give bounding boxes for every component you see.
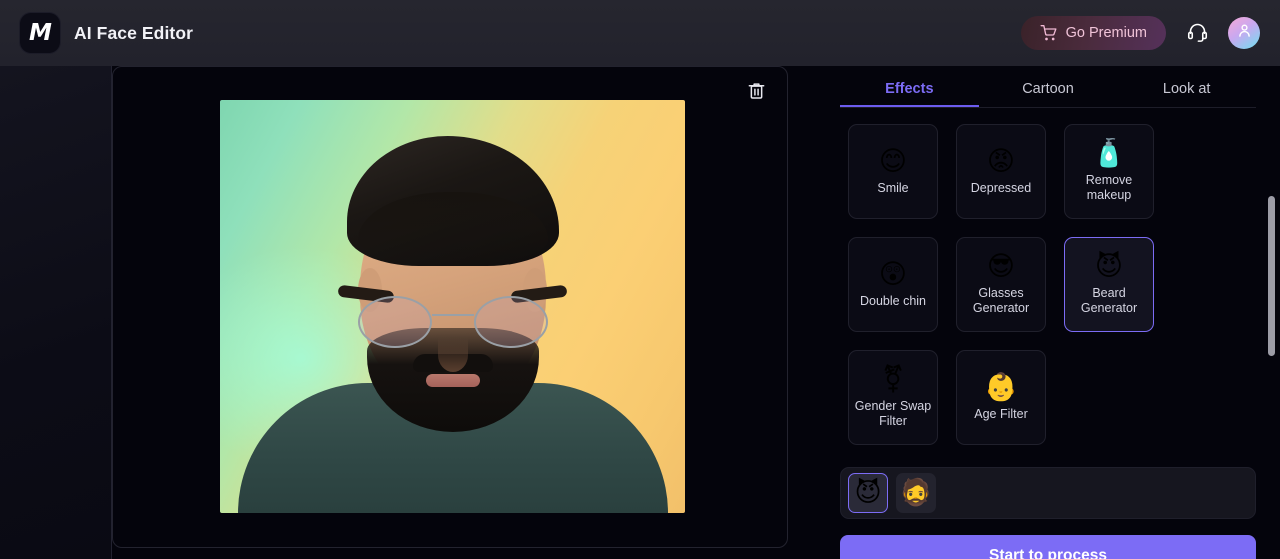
app-title: AI Face Editor [74,22,194,43]
start-process-button[interactable]: Start to process [840,535,1256,559]
headset-icon [1187,21,1208,45]
effect-label: Double chin [859,293,926,308]
effect-label: Smile [877,180,909,195]
effect-card-age-filter[interactable]: 👶 Age Filter [956,350,1046,445]
go-premium-label: Go Premium [1065,25,1147,41]
angry-face-icon: 😡 [986,145,1016,177]
variant-strip: 😈 🧔 [840,467,1256,519]
canvas-card [112,66,788,548]
trash-icon [747,81,766,103]
lotion-bottle-icon: 🧴 [1092,138,1126,170]
left-sidebar [0,66,112,559]
effect-card-smile[interactable]: 😊 Smile [848,124,938,219]
app-header: M AI Face Editor Go Premium [0,0,1280,66]
effects-panel: Effects Cartoon Look at 😊 Smile 😡 Depres… [816,66,1280,559]
tab-effects[interactable]: Effects [840,81,979,107]
effect-card-gender-swap-filter[interactable]: ⚧ Gender Swap Filter [848,350,938,445]
glasses-lens-right [473,296,548,348]
panel-scrollbar[interactable] [1268,66,1278,559]
app-root: M AI Face Editor Go Premium Effects Cart… [0,0,1280,559]
tab-look-at[interactable]: Look at [1117,81,1256,107]
gender-symbols-icon: ⚧ [881,364,905,396]
variant-mustache[interactable]: 😈 [848,473,888,513]
effect-card-beard-generator[interactable]: 😈 Beard Generator [1064,237,1154,332]
logo-mark-icon: M [20,13,60,53]
effect-label: Glasses Generator [972,286,1030,315]
brand-logo[interactable]: M AI Face Editor [20,13,193,53]
user-avatar-icon [1236,22,1253,44]
delete-image-button[interactable] [743,79,769,105]
effect-label: Remove makeup [1085,173,1133,202]
baby-face-icon: 👶 [984,371,1018,403]
effect-card-remove-makeup[interactable]: 🧴 Remove makeup [1064,124,1154,219]
effect-label: Beard Generator [1080,286,1138,315]
portrait-glasses [357,296,548,350]
tab-cartoon[interactable]: Cartoon [979,81,1118,107]
effects-grid: 😊 Smile 😡 Depressed 🧴 Remove makeup 😲 Do… [816,108,1280,445]
effect-label: Gender Swap Filter [854,399,932,428]
astonished-face-icon: 😲 [878,258,908,290]
canvas-area [112,66,816,559]
glasses-bridge [431,314,474,316]
mustache-face-icon: 😈 [1094,251,1124,283]
portrait-lips [425,374,480,387]
scrollbar-thumb[interactable] [1268,196,1275,356]
go-premium-button[interactable]: Go Premium [1020,16,1166,50]
avatar[interactable] [1228,17,1260,49]
effect-label: Age Filter [974,406,1028,421]
smile-icon: 😊 [878,145,908,177]
header-actions: Go Premium [1020,16,1260,50]
support-button[interactable] [1182,18,1212,48]
effect-label: Depressed [970,180,1032,195]
panel-tabs: Effects Cartoon Look at [840,66,1256,108]
sunglasses-face-icon: 😎 [986,251,1016,283]
effect-card-glasses-generator[interactable]: 😎 Glasses Generator [956,237,1046,332]
effect-card-double-chin[interactable]: 😲 Double chin [848,237,938,332]
logo-letter: M [29,19,52,46]
variant-full-beard[interactable]: 🧔 [896,473,936,513]
cart-icon [1040,25,1057,41]
glasses-lens-left [357,296,432,348]
uploaded-photo[interactable] [220,100,685,513]
effect-card-depressed[interactable]: 😡 Depressed [956,124,1046,219]
